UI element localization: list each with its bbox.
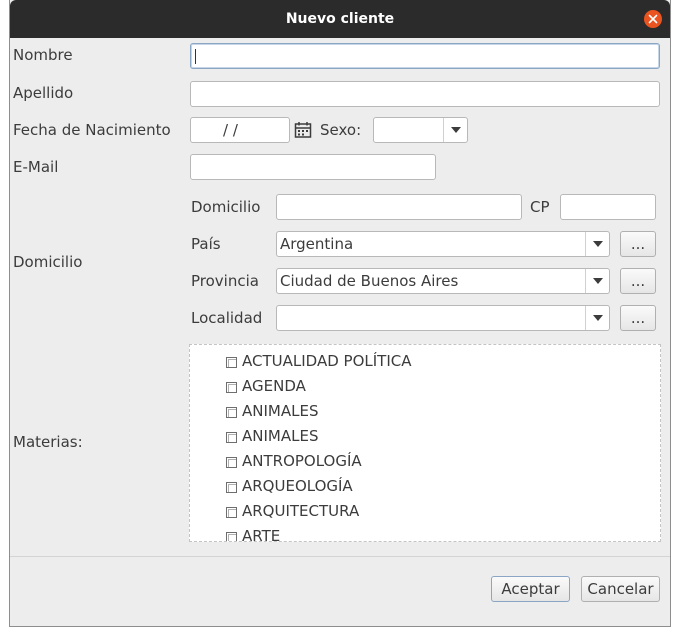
provincia-browse-button[interactable]: ... (620, 268, 656, 294)
cp-label: CP (530, 198, 550, 216)
materia-checkbox[interactable] (226, 482, 237, 493)
materia-label: ARQUEOLOGÍA (242, 477, 353, 495)
pais-label: País (191, 235, 221, 253)
materia-checkbox[interactable] (226, 457, 237, 468)
materia-label: ANTROPOLOGÍA (242, 452, 362, 470)
cp-input[interactable] (560, 194, 656, 220)
chevron-down-icon (451, 127, 461, 133)
pais-value: Argentina (280, 235, 354, 253)
chevron-down-icon (593, 315, 603, 321)
sexo-label: Sexo: (320, 121, 362, 139)
accept-button[interactable]: Aceptar (491, 576, 570, 602)
materia-checkbox[interactable] (226, 382, 237, 393)
footer-divider (10, 556, 670, 557)
chevron-down-icon (593, 241, 603, 247)
materias-label: Materias: (13, 433, 83, 451)
calendar-icon[interactable] (294, 121, 312, 139)
pais-select[interactable]: Argentina (276, 231, 610, 257)
fecha-value: / / (223, 121, 238, 139)
provincia-dropdown-button[interactable] (585, 269, 609, 293)
provincia-select[interactable]: Ciudad de Buenos Aires (276, 268, 610, 294)
materias-list[interactable]: ACTUALIDAD POLÍTICA AGENDA ANIMALES ANIM… (189, 344, 661, 542)
sexo-select[interactable] (373, 117, 468, 143)
email-input[interactable] (190, 154, 436, 180)
title-bar[interactable]: Nuevo cliente (10, 0, 670, 38)
domicilio-input[interactable] (276, 194, 522, 220)
text-caret (195, 49, 196, 64)
materia-label: ARTE (242, 527, 281, 542)
localidad-label: Localidad (191, 309, 263, 327)
provincia-value: Ciudad de Buenos Aires (280, 272, 459, 290)
materia-label: ANIMALES (242, 427, 319, 445)
nombre-label: Nombre (13, 46, 73, 64)
sexo-dropdown-button[interactable] (443, 118, 467, 142)
materia-label: ACTUALIDAD POLÍTICA (242, 352, 412, 370)
window-title: Nuevo cliente (285, 11, 395, 27)
domicilio-group-label: Domicilio (13, 253, 83, 271)
fecha-input[interactable]: / / (190, 117, 290, 143)
materia-checkbox[interactable] (226, 357, 237, 368)
nombre-input[interactable] (190, 43, 660, 69)
nuevo-cliente-dialog: Nuevo cliente Nombre Apellido Fecha de N… (9, 0, 671, 627)
materia-label: ARQUITECTURA (242, 502, 360, 520)
domicilio-label: Domicilio (191, 198, 261, 216)
chevron-down-icon (593, 278, 603, 284)
cancel-button[interactable]: Cancelar (581, 576, 660, 602)
materia-checkbox[interactable] (226, 407, 237, 418)
materia-label: ANIMALES (242, 402, 319, 420)
pais-browse-button[interactable]: ... (620, 231, 656, 257)
apellido-label: Apellido (13, 84, 74, 102)
pais-dropdown-button[interactable] (585, 232, 609, 256)
close-button[interactable] (644, 10, 662, 28)
provincia-label: Provincia (191, 272, 259, 290)
materia-checkbox[interactable] (226, 432, 237, 443)
materia-checkbox[interactable] (226, 532, 237, 541)
close-icon (648, 14, 658, 24)
materia-checkbox[interactable] (226, 507, 237, 518)
localidad-dropdown-button[interactable] (585, 306, 609, 330)
fecha-label: Fecha de Nacimiento (13, 121, 171, 139)
apellido-input[interactable] (190, 81, 660, 107)
localidad-browse-button[interactable]: ... (620, 305, 656, 331)
email-label: E-Mail (13, 158, 59, 176)
localidad-select[interactable] (276, 305, 610, 331)
materia-label: AGENDA (242, 377, 306, 395)
